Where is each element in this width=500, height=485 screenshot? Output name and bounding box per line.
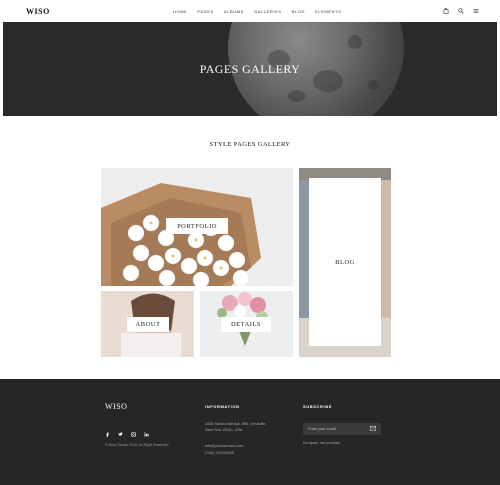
details-label: DETAILS [221,317,271,332]
page-title: PAGES GALLERY [199,62,301,76]
contact-email[interactable]: info@yourdomain.com [205,444,243,448]
about-label: ABOUT [127,317,169,332]
nav-item-pages[interactable]: PAGES [197,9,214,14]
twitter-icon[interactable] [118,432,123,437]
portfolio-tile[interactable]: PORTFOLIO [101,168,293,286]
nav-item-elements[interactable]: ELEMENTS [315,9,341,14]
email-placeholder: Enter your email [308,427,336,431]
mail-icon[interactable] [370,426,376,431]
blog-label: BLOG [309,178,381,346]
nav-item-galleries[interactable]: GALLERIES [254,9,282,14]
site-logo[interactable]: WISO [26,7,50,16]
main-nav: HOME PAGES ALBUMS GALLERIES BLOG ELEMENT… [173,9,342,14]
no-spam-text: No spam, we promise [303,441,340,445]
address-line-2: New York 10010, USA [205,428,243,432]
subscribe-heading: SUBSCRIBE [303,404,332,409]
nav-item-albums[interactable]: ALBUMS [224,9,244,14]
site-footer: WISO © Wiso Studio 2018. All Right Reser… [0,379,500,485]
hero-banner: PAGES GALLERY [3,22,497,116]
email-field[interactable]: Enter your email [303,423,381,435]
instagram-icon[interactable] [131,432,136,437]
header-icons [443,8,479,14]
copyright-text: © Wiso Studio 2018. All Right Reserved. [105,443,170,447]
footer-logo[interactable]: WISO [105,402,127,411]
information-heading: INFORMATION [205,404,240,409]
address-line-1: 2005 Stokes Isle Apt. 896, Venaville, [205,422,267,426]
portfolio-label: PORTFOLIO [166,218,228,234]
search-icon[interactable] [458,8,464,14]
social-links [105,432,149,437]
details-tile[interactable]: DETAILS [200,291,293,357]
linkedin-icon[interactable] [144,432,149,437]
bag-icon[interactable] [443,8,449,14]
nav-item-home[interactable]: HOME [173,9,187,14]
section-title: STYLE PAGES GALLERY [209,141,291,148]
menu-icon[interactable] [473,8,479,14]
nav-item-blog[interactable]: BLOG [292,9,306,14]
facebook-icon[interactable] [105,432,110,437]
blog-tile[interactable]: BLOG [299,168,391,357]
contact-phone: (+68) 120034509 [205,451,235,455]
about-tile[interactable]: ABOUT [101,291,194,357]
site-header: WISO HOME PAGES ALBUMS GALLERIES BLOG EL… [0,0,500,22]
